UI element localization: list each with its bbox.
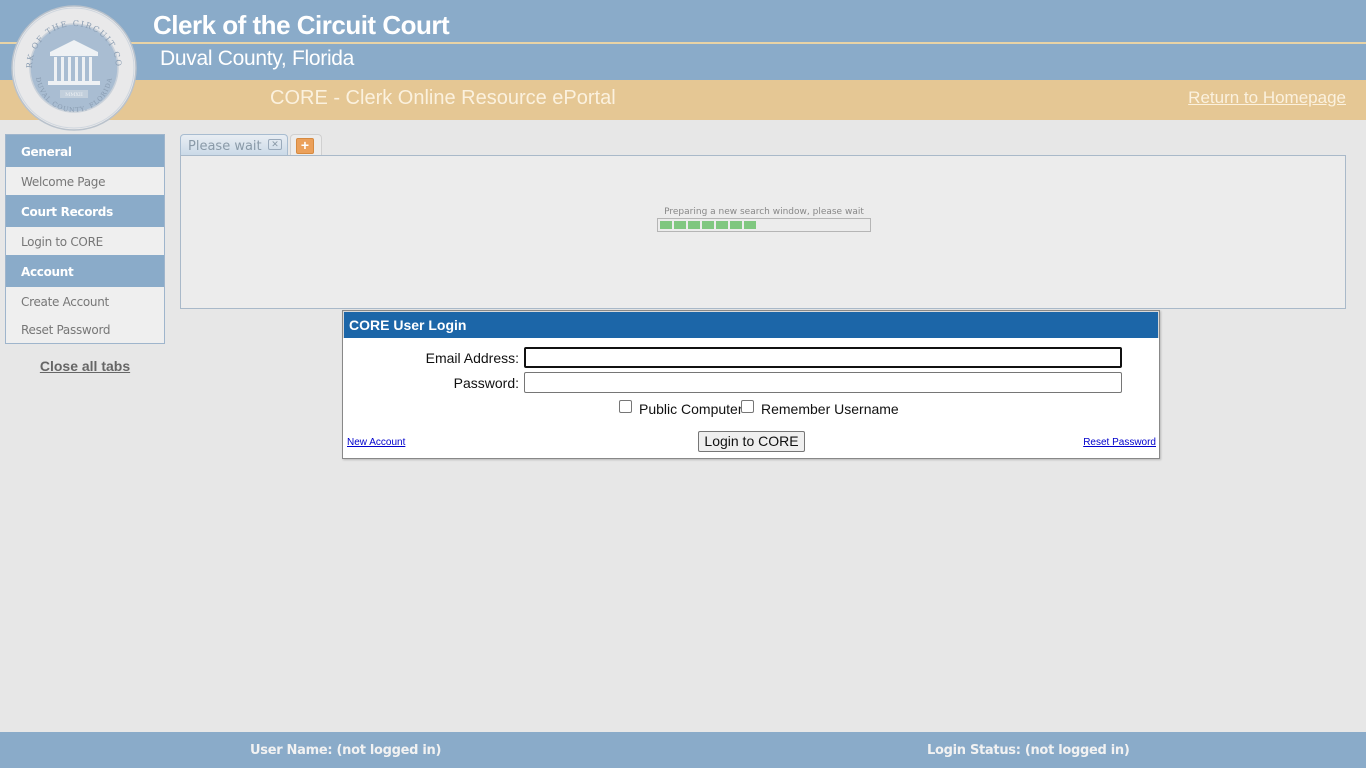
add-tab-tab[interactable]: + [290,134,322,156]
progress-segment [744,221,756,229]
tab-please-wait[interactable]: Please wait ✕ [180,134,288,156]
return-to-homepage-link[interactable]: Return to Homepage [1188,88,1346,108]
status-footer: User Name: (not logged in) Login Status:… [0,732,1366,768]
sidebar-item-welcome-page[interactable]: Welcome Page [6,167,164,195]
reset-password-link[interactable]: Reset Password [1083,437,1156,448]
progress-segment [674,221,686,229]
portal-title: CORE - Clerk Online Resource ePortal [270,87,616,109]
sidebar-item-reset-password[interactable]: Reset Password [6,315,164,343]
portal-band [0,80,1366,120]
sidebar-item-login-to-core[interactable]: Login to CORE [6,227,164,255]
seal-year: MMXII [65,92,83,98]
password-input[interactable] [524,372,1122,393]
login-dialog: CORE User Login Email Address: Password:… [342,310,1160,459]
user-name-status: User Name: (not logged in) [250,743,442,758]
public-computer-label: Public Computer [639,401,743,417]
progress-segment [660,221,672,229]
progress-segment [730,221,742,229]
progress-segment [688,221,700,229]
sidebar-heading-account: Account [6,255,164,287]
email-input[interactable] [524,347,1122,368]
sidebar-nav: General Welcome Page Court Records Login… [5,134,165,344]
dialog-title: CORE User Login [343,311,1159,338]
login-button[interactable]: Login to CORE [698,431,805,452]
clerk-seal-logo: CLERK OF THE CIRCUIT COURT DUVAL COUNTY,… [10,4,137,131]
remember-username-label: Remember Username [761,401,899,417]
sidebar-item-create-account[interactable]: Create Account [6,287,164,315]
plus-icon[interactable]: + [296,138,314,154]
tab-label: Please wait [188,139,262,154]
password-label: Password: [453,375,519,391]
email-label: Email Address: [425,350,519,366]
login-status: Login Status: (not logged in) [927,743,1130,758]
progress-segment [702,221,714,229]
close-all-tabs-link[interactable]: Close all tabs [0,358,170,374]
sidebar-heading-court-records: Court Records [6,195,164,227]
progress-segment [716,221,728,229]
site-subtitle: Duval County, Florida [160,47,355,70]
tab-content-panel: Preparing a new search window, please wa… [180,155,1346,309]
public-computer-checkbox[interactable] [619,400,632,413]
new-account-link[interactable]: New Account [347,437,405,448]
remember-username-checkbox[interactable] [741,400,754,413]
close-icon[interactable]: ✕ [268,139,282,150]
loading-progress-bar [657,218,871,232]
site-title: Clerk of the Circuit Court [153,10,450,40]
sidebar-heading-general: General [6,135,164,167]
loading-status-text: Preparing a new search window, please wa… [664,207,864,217]
